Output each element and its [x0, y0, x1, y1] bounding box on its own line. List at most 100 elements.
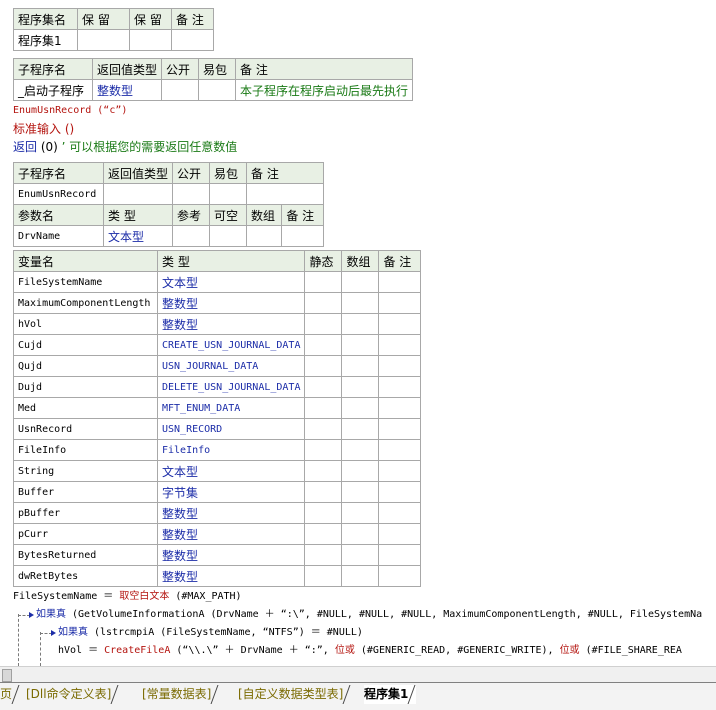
cell-remark[interactable]	[378, 439, 422, 461]
cell-var-type[interactable]: USN_JOURNAL_DATA	[156, 355, 306, 377]
table-row[interactable]: dwRetBytes 整数型	[13, 565, 422, 587]
cell-var-name[interactable]: Med	[13, 397, 158, 419]
cell-static[interactable]	[304, 292, 343, 314]
cell-reserved-2[interactable]	[129, 29, 172, 51]
tab-start-page[interactable]: 页	[0, 685, 20, 704]
cell-array[interactable]	[341, 376, 380, 398]
cell-var-name[interactable]: dwRetBytes	[13, 565, 158, 587]
cell-remark[interactable]	[378, 313, 422, 335]
cell-var-type[interactable]: 整数型	[156, 292, 306, 314]
cell-static[interactable]	[304, 397, 343, 419]
table-row[interactable]: 程序集1	[13, 29, 214, 51]
table-row[interactable]: pCurr 整数型	[13, 523, 422, 545]
tab-dll-commands[interactable]: [Dll命令定义表]	[26, 685, 119, 704]
table-row[interactable]: Qujd USN_JOURNAL_DATA	[13, 355, 422, 377]
cell-array[interactable]	[341, 397, 380, 419]
cell-sub-name[interactable]: EnumUsnRecord	[13, 183, 104, 205]
cell-remark[interactable]	[378, 292, 422, 314]
cell-static[interactable]	[304, 439, 343, 461]
cell-assembly-name[interactable]: 程序集1	[13, 29, 78, 51]
table-row[interactable]: FileInfo FileInfo	[13, 439, 422, 461]
param-row[interactable]: DrvName 文本型	[13, 225, 325, 247]
cell-var-name[interactable]: Buffer	[13, 481, 158, 503]
table-row[interactable]: Cujd CREATE_USN_JOURNAL_DATA	[13, 334, 422, 356]
table-row[interactable]: EnumUsnRecord	[13, 183, 325, 205]
table-row[interactable]: Dujd DELETE_USN_JOURNAL_DATA	[13, 376, 422, 398]
cell-static[interactable]	[304, 334, 343, 356]
cell-var-name[interactable]: String	[13, 460, 158, 482]
cell-var-type[interactable]: 字节集	[156, 481, 306, 503]
cell-var-type[interactable]: FileInfo	[156, 439, 306, 461]
cell-remark[interactable]: 本子程序在程序启动后最先执行	[235, 79, 414, 101]
cell-var-name[interactable]: MaximumComponentLength	[13, 292, 158, 314]
code-line-4[interactable]: hVol ＝ CreateFileA (“\\.\” ＋ DrvName ＋ “…	[58, 642, 682, 660]
cell-remark[interactable]	[246, 183, 325, 205]
cell-sub-name[interactable]: _启动子程序	[13, 79, 93, 101]
cell-param-name[interactable]: DrvName	[13, 225, 104, 247]
cell-var-type[interactable]: USN_RECORD	[156, 418, 306, 440]
cell-array[interactable]	[341, 355, 380, 377]
cell-param-ref[interactable]	[172, 225, 211, 247]
cell-var-name[interactable]: Cujd	[13, 334, 158, 356]
code-line-return[interactable]: 返回 (0) ’ 可以根据您的需要返回任意数值	[13, 139, 237, 155]
cell-static[interactable]	[304, 523, 343, 545]
scrollbar-thumb[interactable]	[2, 669, 12, 682]
table-row[interactable]: pBuffer 整数型	[13, 502, 422, 524]
cell-static[interactable]	[304, 418, 343, 440]
cell-array[interactable]	[341, 565, 380, 587]
cell-array[interactable]	[341, 544, 380, 566]
cell-var-name[interactable]: UsnRecord	[13, 418, 158, 440]
cell-var-type[interactable]: 文本型	[156, 460, 306, 482]
table-row[interactable]: _启动子程序 整数型 本子程序在程序启动后最先执行	[13, 79, 414, 101]
tab-custom-types[interactable]: [自定义数据类型表]	[238, 685, 351, 704]
cell-var-type[interactable]: 整数型	[156, 313, 306, 335]
cell-param-remark[interactable]	[281, 225, 325, 247]
table-row[interactable]: Buffer 字节集	[13, 481, 422, 503]
cell-static[interactable]	[304, 481, 343, 503]
cell-remark[interactable]	[378, 418, 422, 440]
table-row[interactable]: UsnRecord USN_RECORD	[13, 418, 422, 440]
cell-remark[interactable]	[378, 523, 422, 545]
table-row[interactable]: MaximumComponentLength 整数型	[13, 292, 422, 314]
cell-array[interactable]	[341, 460, 380, 482]
cell-remark[interactable]	[378, 460, 422, 482]
cell-reserved-1[interactable]	[77, 29, 130, 51]
cell-array[interactable]	[341, 271, 380, 293]
cell-array[interactable]	[341, 502, 380, 524]
cell-var-name[interactable]: FileSystemName	[13, 271, 158, 293]
cell-array[interactable]	[341, 439, 380, 461]
cell-static[interactable]	[304, 271, 343, 293]
cell-remark[interactable]	[378, 481, 422, 503]
table-row[interactable]: String 文本型	[13, 460, 422, 482]
cell-var-name[interactable]: Dujd	[13, 376, 158, 398]
cell-var-type[interactable]: 整数型	[156, 523, 306, 545]
cell-static[interactable]	[304, 313, 343, 335]
cell-static[interactable]	[304, 355, 343, 377]
cell-var-name[interactable]: hVol	[13, 313, 158, 335]
cell-var-name[interactable]: pCurr	[13, 523, 158, 545]
cell-static[interactable]	[304, 376, 343, 398]
cell-var-type[interactable]: CREATE_USN_JOURNAL_DATA	[156, 334, 306, 356]
cell-remark[interactable]	[378, 271, 422, 293]
code-editor[interactable]: 程序集名 保 留 保 留 备 注 程序集1 子程序名 返回值类型 公开 易包 备…	[0, 0, 716, 682]
tab-constants[interactable]: [常量数据表]	[142, 685, 219, 704]
cell-public[interactable]	[172, 183, 211, 205]
cell-array[interactable]	[341, 523, 380, 545]
cell-param-array[interactable]	[246, 225, 283, 247]
cell-var-type[interactable]: MFT_ENUM_DATA	[156, 397, 306, 419]
code-line-3[interactable]: 如果真 (lstrcmpiA (FileSystemName, “NTFS”) …	[58, 624, 363, 642]
cell-remark[interactable]	[171, 29, 214, 51]
cell-var-type[interactable]: DELETE_USN_JOURNAL_DATA	[156, 376, 306, 398]
cell-remark[interactable]	[378, 334, 422, 356]
code-line-1[interactable]: FileSystemName ＝ 取空白文本 (#MAX_PATH)	[13, 588, 242, 606]
code-line-stdin[interactable]: 标准输入 ()	[13, 121, 74, 137]
cell-array[interactable]	[341, 292, 380, 314]
table-row[interactable]: Med MFT_ENUM_DATA	[13, 397, 422, 419]
cell-static[interactable]	[304, 502, 343, 524]
cell-var-name[interactable]: Qujd	[13, 355, 158, 377]
table-row[interactable]: hVol 整数型	[13, 313, 422, 335]
table-row[interactable]: BytesReturned 整数型	[13, 544, 422, 566]
horizontal-scrollbar[interactable]	[0, 666, 716, 682]
cell-array[interactable]	[341, 418, 380, 440]
cell-easy-pack[interactable]	[209, 183, 248, 205]
